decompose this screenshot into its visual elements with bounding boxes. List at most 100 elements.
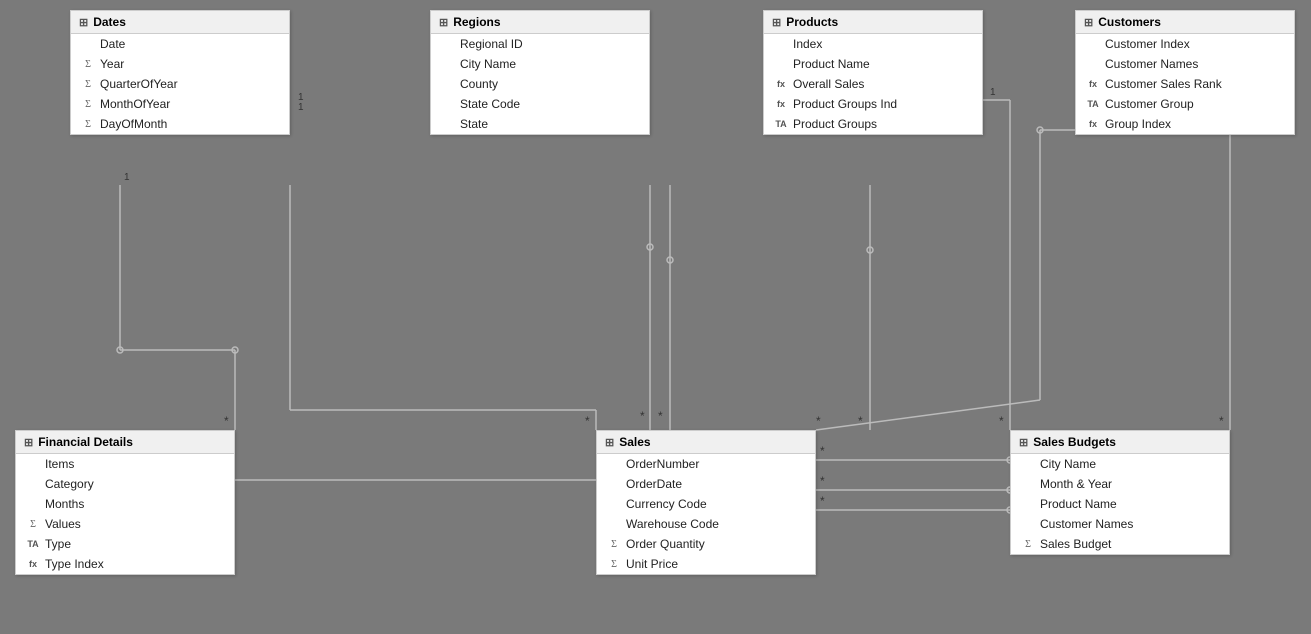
sales-table-body[interactable]: OrderNumber OrderDate Currency Code Ware… bbox=[597, 454, 815, 574]
table-row[interactable]: Months bbox=[16, 494, 234, 514]
table-row[interactable]: fx Customer Sales Rank bbox=[1076, 74, 1294, 94]
table-grid-icon: ⊞ bbox=[439, 16, 448, 29]
financial-details-table-header: ⊞ Financial Details bbox=[16, 431, 234, 454]
field-name: Customer Names bbox=[1105, 57, 1198, 71]
table-row[interactable]: Date bbox=[71, 34, 289, 54]
table-row[interactable]: City Name bbox=[431, 54, 649, 74]
field-name: Order Quantity bbox=[626, 537, 705, 551]
table-row[interactable]: Customer Names bbox=[1076, 54, 1294, 74]
sales-table-title: Sales bbox=[619, 435, 650, 449]
customers-table-header: ⊞ Customers bbox=[1076, 11, 1294, 34]
measure-icon: fx bbox=[774, 79, 788, 89]
svg-text:*: * bbox=[224, 414, 229, 428]
table-row[interactable]: Month & Year bbox=[1011, 474, 1229, 494]
field-name: Customer Sales Rank bbox=[1105, 77, 1222, 91]
measure-icon: fx bbox=[774, 99, 788, 109]
financial-details-table-body[interactable]: Items Category Months ΣValues TAType fxT… bbox=[16, 454, 234, 574]
svg-text:*: * bbox=[999, 414, 1004, 428]
field-name: OrderDate bbox=[626, 477, 682, 491]
table-row[interactable]: Currency Code bbox=[597, 494, 815, 514]
sigma-icon: Σ bbox=[81, 119, 95, 130]
regions-table-title: Regions bbox=[453, 15, 500, 29]
sigma-icon: Σ bbox=[81, 99, 95, 110]
table-row[interactable]: fxProduct Groups Ind bbox=[764, 94, 982, 114]
dates-table-title: Dates bbox=[93, 15, 126, 29]
regions-table-header: ⊞ Regions bbox=[431, 11, 649, 34]
financial-details-table-title: Financial Details bbox=[38, 435, 133, 449]
table-row[interactable]: State bbox=[431, 114, 649, 134]
field-name: Items bbox=[45, 457, 74, 471]
table-row[interactable]: ΣSales Budget bbox=[1011, 534, 1229, 554]
table-row[interactable]: County bbox=[431, 74, 649, 94]
table-grid-icon: ⊞ bbox=[772, 16, 781, 29]
table-row[interactable]: State Code bbox=[431, 94, 649, 114]
sales-budgets-table: ⊞ Sales Budgets City Name Month & Year P… bbox=[1010, 430, 1230, 555]
sigma-icon: Σ bbox=[607, 559, 621, 570]
table-row[interactable]: ΣYear bbox=[71, 54, 289, 74]
table-row[interactable]: Σ DayOfMonth bbox=[71, 114, 289, 134]
ta-icon: TA bbox=[26, 539, 40, 549]
sigma-icon: Σ bbox=[81, 79, 95, 90]
table-row[interactable]: OrderDate bbox=[597, 474, 815, 494]
svg-text:*: * bbox=[1219, 414, 1224, 428]
table-row[interactable]: TACustomer Group bbox=[1076, 94, 1294, 114]
field-name: Months bbox=[45, 497, 84, 511]
sigma-icon: Σ bbox=[607, 539, 621, 550]
dates-table-header: ⊞ Dates bbox=[71, 11, 289, 34]
table-row[interactable]: Σ Order Quantity bbox=[597, 534, 815, 554]
table-row[interactable]: Items bbox=[16, 454, 234, 474]
svg-text:*: * bbox=[585, 414, 590, 428]
table-row[interactable]: OrderNumber bbox=[597, 454, 815, 474]
field-name: City Name bbox=[460, 57, 516, 71]
field-name: MonthOfYear bbox=[100, 97, 170, 111]
table-grid-icon: ⊞ bbox=[79, 16, 88, 29]
table-row[interactable]: City Name bbox=[1011, 454, 1229, 474]
table-row[interactable]: Product Name bbox=[764, 54, 982, 74]
regions-table-body[interactable]: Regional ID City Name County State Code … bbox=[431, 34, 649, 134]
table-grid-icon: ⊞ bbox=[605, 436, 614, 449]
table-row[interactable]: fxType Index bbox=[16, 554, 234, 574]
sales-table-header: ⊞ Sales bbox=[597, 431, 815, 454]
svg-text:*: * bbox=[820, 494, 825, 508]
table-row[interactable]: Regional ID bbox=[431, 34, 649, 54]
table-row[interactable]: ΣQuarterOfYear bbox=[71, 74, 289, 94]
dates-table-body[interactable]: Date ΣYear ΣQuarterOfYear Σ MonthOfYear Σ… bbox=[71, 34, 289, 134]
products-table-header: ⊞ Products bbox=[764, 11, 982, 34]
table-row[interactable]: fxOverall Sales bbox=[764, 74, 982, 94]
field-name: State Code bbox=[460, 97, 520, 111]
field-name: Warehouse Code bbox=[626, 517, 719, 531]
field-name: Regional ID bbox=[460, 37, 523, 51]
table-row[interactable]: Index bbox=[764, 34, 982, 54]
table-row[interactable]: fxGroup Index bbox=[1076, 114, 1294, 134]
field-name: Group Index bbox=[1105, 117, 1171, 131]
table-row[interactable]: Warehouse Code bbox=[597, 514, 815, 534]
table-row[interactable]: TAType bbox=[16, 534, 234, 554]
svg-text:*: * bbox=[658, 409, 663, 423]
sales-budgets-table-body[interactable]: City Name Month & Year Product Name Cust… bbox=[1011, 454, 1229, 554]
table-grid-icon: ⊞ bbox=[24, 436, 33, 449]
sales-budgets-table-header: ⊞ Sales Budgets bbox=[1011, 431, 1229, 454]
field-name: County bbox=[460, 77, 498, 91]
table-row[interactable]: Product Name bbox=[1011, 494, 1229, 514]
table-row[interactable]: ΣValues bbox=[16, 514, 234, 534]
field-name: Type Index bbox=[45, 557, 104, 571]
field-name: Sales Budget bbox=[1040, 537, 1111, 551]
svg-text:*: * bbox=[858, 414, 863, 428]
customers-table-title: Customers bbox=[1098, 15, 1161, 29]
field-name: OrderNumber bbox=[626, 457, 699, 471]
customers-table-body[interactable]: Customer Index Customer Names fx Customer… bbox=[1076, 34, 1294, 134]
measure-icon: fx bbox=[1086, 79, 1100, 89]
field-name: Product Name bbox=[1040, 497, 1117, 511]
svg-text:*: * bbox=[640, 409, 645, 423]
products-table-body[interactable]: Index Product Name fxOverall Sales fxPro… bbox=[764, 34, 982, 134]
table-row[interactable]: TAProduct Groups bbox=[764, 114, 982, 134]
field-name: DayOfMonth bbox=[100, 117, 167, 131]
sales-budgets-table-title: Sales Budgets bbox=[1033, 435, 1116, 449]
table-row[interactable]: ΣUnit Price bbox=[597, 554, 815, 574]
regions-table: ⊞ Regions Regional ID City Name County S… bbox=[430, 10, 650, 135]
table-row[interactable]: Σ MonthOfYear bbox=[71, 94, 289, 114]
sigma-icon: Σ bbox=[81, 59, 95, 70]
table-row[interactable]: Customer Names bbox=[1011, 514, 1229, 534]
table-row[interactable]: Customer Index bbox=[1076, 34, 1294, 54]
table-row[interactable]: Category bbox=[16, 474, 234, 494]
